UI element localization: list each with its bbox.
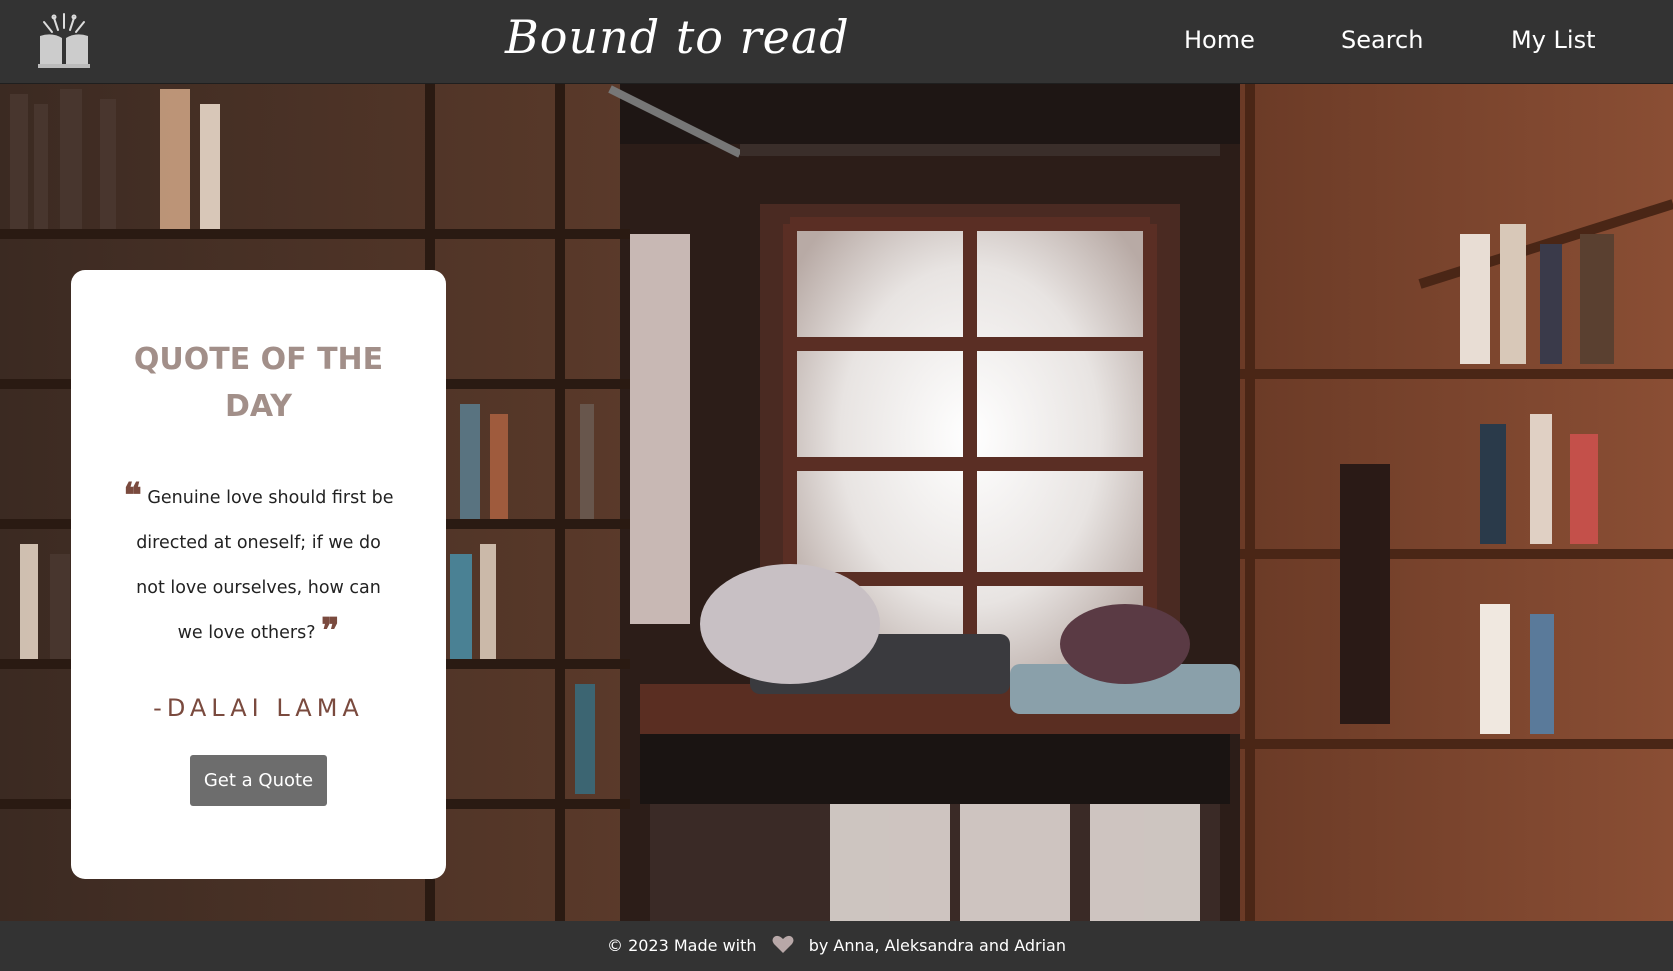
- quote-text-block: ❝ Genuine love should first be directed …: [121, 476, 396, 656]
- heart-icon: [772, 935, 794, 953]
- navbar: Bound to read Home Search My List: [0, 0, 1673, 84]
- site-title: Bound to read: [505, 10, 850, 64]
- get-a-quote-button[interactable]: Get a Quote: [190, 755, 327, 806]
- open-book-icon[interactable]: [34, 10, 94, 70]
- hero-section: QUOTE OF THE DAY ❝ Genuine love should f…: [0, 84, 1673, 921]
- quote-of-the-day-title: QUOTE OF THE DAY: [133, 342, 384, 424]
- nav-my-list-link[interactable]: My List: [1511, 26, 1596, 54]
- footer-credits: by Anna, Aleksandra and Adrian: [808, 936, 1066, 955]
- open-quote-icon: ❝: [123, 476, 142, 516]
- quote-text: Genuine love should first be directed at…: [136, 488, 394, 643]
- nav-home-link[interactable]: Home: [1184, 26, 1255, 54]
- footer: © 2023 Made with by Anna, Aleksandra and…: [0, 921, 1673, 971]
- footer-prefix: © 2023 Made with: [606, 936, 757, 955]
- close-quote-icon: ❞: [321, 611, 340, 651]
- quote-author: -Dalai Lama: [153, 694, 364, 722]
- nav-search-link[interactable]: Search: [1341, 26, 1423, 54]
- quote-card: QUOTE OF THE DAY ❝ Genuine love should f…: [71, 270, 446, 879]
